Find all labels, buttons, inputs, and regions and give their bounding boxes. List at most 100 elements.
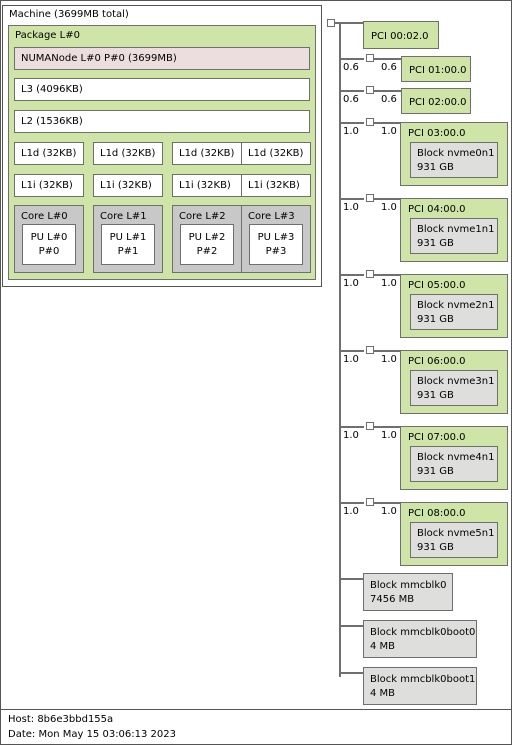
osdev-label-nvme0n1-line1: Block nvme0n1 xyxy=(417,148,495,159)
osdev-box-mmcblk0[interactable]: Block mmcblk0 7456 MB xyxy=(363,573,453,611)
pci-label-3: PCI 03:00.0 xyxy=(408,128,466,139)
core-label-2: Core L#2 xyxy=(179,211,226,222)
footer-separator xyxy=(1,709,512,710)
io-branch-hline-2 xyxy=(339,90,364,92)
pci-label-5: PCI 05:00.0 xyxy=(408,280,466,291)
cache-l1d-box-3: L1d (32KB) xyxy=(241,142,311,165)
pci-box-1[interactable]: PCI 01:00.0 xyxy=(401,56,471,82)
pu-label-2-line1: PU L#2 xyxy=(188,232,226,243)
io-branch-hline-3 xyxy=(339,122,364,124)
cache-l1i-box-0: L1i (32KB) xyxy=(14,174,84,197)
cache-l1i-label-0: L1i (32KB) xyxy=(21,180,73,191)
pci-bw-right-3: 1.0 xyxy=(381,126,397,137)
cache-l1i-label-3: L1i (32KB) xyxy=(248,180,300,191)
core-label-3: Core L#3 xyxy=(248,211,295,222)
pci-label-8: PCI 08:00.0 xyxy=(408,508,466,519)
cache-l2-label: L2 (1536KB) xyxy=(21,116,83,127)
pci-conn-hline-7 xyxy=(373,426,401,428)
io-branch-hline-11 xyxy=(339,672,364,674)
pci-bw-left-6: 1.0 xyxy=(343,354,359,365)
pci-label-4: PCI 04:00.0 xyxy=(408,204,466,215)
cache-l1d-label-1: L1d (32KB) xyxy=(100,148,156,159)
osdev-label-nvme0n1-line2: 931 GB xyxy=(417,162,454,173)
io-branch-hline-10 xyxy=(339,625,364,627)
pci-label-7: PCI 07:00.0 xyxy=(408,432,466,443)
pu-box-2: PU L#2 P#2 xyxy=(180,224,234,265)
pci-bw-right-2: 0.6 xyxy=(381,94,397,105)
pci-bw-left-8: 1.0 xyxy=(343,506,359,517)
io-branch-hline-7 xyxy=(339,426,364,428)
osdev-label-mmcblk0-line2: 7456 MB xyxy=(370,594,415,605)
cache-l1i-box-2: L1i (32KB) xyxy=(172,174,242,197)
osdev-label-mmcblk0boot0-line1: Block mmcblk0boot0 xyxy=(370,627,476,638)
osdev-label-nvme5n1-line1: Block nvme5n1 xyxy=(417,528,495,539)
pci-conn-hline-8 xyxy=(373,502,401,504)
pci-conn-hline-4 xyxy=(373,198,401,200)
io-branch-hline-5 xyxy=(339,274,364,276)
cache-l1i-label-2: L1i (32KB) xyxy=(179,180,231,191)
io-branch-hline-8 xyxy=(339,502,364,504)
pci-label-6: PCI 06:00.0 xyxy=(408,356,466,367)
pci-label-0: PCI 00:02.0 xyxy=(371,31,429,42)
osdev-box-nvme4n1[interactable]: Block nvme4n1 931 GB xyxy=(410,446,498,482)
cache-l1d-box-2: L1d (32KB) xyxy=(172,142,242,165)
io-branch-hline-0 xyxy=(339,22,364,24)
pci-conn-hline-6 xyxy=(373,350,401,352)
osdev-label-nvme5n1-line2: 931 GB xyxy=(417,542,454,553)
osdev-label-nvme4n1-line2: 931 GB xyxy=(417,466,454,477)
pci-bw-left-1: 0.6 xyxy=(343,62,359,73)
cache-l3-label: L3 (4096KB) xyxy=(21,84,83,95)
pci-conn-hline-1 xyxy=(373,58,403,60)
pci-bw-right-4: 1.0 xyxy=(381,202,397,213)
cache-l1d-label-2: L1d (32KB) xyxy=(179,148,235,159)
osdev-box-mmcblk0boot0[interactable]: Block mmcblk0boot0 4 MB xyxy=(363,620,477,658)
pci-bw-right-6: 1.0 xyxy=(381,354,397,365)
pci-conn-hline-5 xyxy=(373,274,401,276)
pu-box-3: PU L#3 P#3 xyxy=(249,224,303,265)
pci-bw-left-7: 1.0 xyxy=(343,430,359,441)
cache-l1d-label-3: L1d (32KB) xyxy=(248,148,304,159)
cache-l1d-box-1: L1d (32KB) xyxy=(93,142,163,165)
core-label-0: Core L#0 xyxy=(21,211,68,222)
osdev-box-nvme2n1[interactable]: Block nvme2n1 931 GB xyxy=(410,294,498,330)
pu-label-2-line2: P#2 xyxy=(196,246,218,257)
footer-host: Host: 8b6e3bbd155a xyxy=(8,714,114,725)
osdev-label-nvme1n1-line1: Block nvme1n1 xyxy=(417,224,495,235)
osdev-box-nvme5n1[interactable]: Block nvme5n1 931 GB xyxy=(410,522,498,558)
pci-bw-right-8: 1.0 xyxy=(381,506,397,517)
pci-bw-right-5: 1.0 xyxy=(381,278,397,289)
io-branch-hline-4 xyxy=(339,198,364,200)
osdev-label-mmcblk0boot0-line2: 4 MB xyxy=(370,641,396,652)
cache-l3-box: L3 (4096KB) xyxy=(14,78,310,101)
pci-bw-left-5: 1.0 xyxy=(343,278,359,289)
osdev-label-nvme2n1-line2: 931 GB xyxy=(417,314,454,325)
pci-label-2: PCI 02:00.0 xyxy=(409,97,467,108)
pci-bw-left-2: 0.6 xyxy=(343,94,359,105)
pu-label-0-line2: P#0 xyxy=(38,246,60,257)
osdev-box-nvme0n1[interactable]: Block nvme0n1 931 GB xyxy=(410,142,498,178)
pci-box-0[interactable]: PCI 00:02.0 xyxy=(363,21,439,49)
pu-label-3-line1: PU L#3 xyxy=(257,232,295,243)
package-label: Package L#0 xyxy=(15,30,80,41)
pci-conn-hline-3 xyxy=(373,122,401,124)
osdev-box-nvme3n1[interactable]: Block nvme3n1 931 GB xyxy=(410,370,498,406)
footer-date: Date: Mon May 15 03:06:13 2023 xyxy=(8,729,177,740)
io-branch-hline-1 xyxy=(339,58,364,60)
pu-label-0-line1: PU L#0 xyxy=(30,232,68,243)
pu-label-3-line2: P#3 xyxy=(265,246,287,257)
pci-conn-hline-2 xyxy=(373,90,403,92)
osdev-label-nvme2n1-line1: Block nvme2n1 xyxy=(417,300,495,311)
pu-label-1-line2: P#1 xyxy=(117,246,139,257)
osdev-label-nvme3n1-line2: 931 GB xyxy=(417,390,454,401)
pci-box-2[interactable]: PCI 02:00.0 xyxy=(401,88,471,114)
pci-label-1: PCI 01:00.0 xyxy=(409,65,467,76)
osdev-box-mmcblk0boot1[interactable]: Block mmcblk0boot1 4 MB xyxy=(363,667,477,705)
pci-bw-left-4: 1.0 xyxy=(343,202,359,213)
cache-l1i-label-1: L1i (32KB) xyxy=(100,180,152,191)
osdev-box-nvme1n1[interactable]: Block nvme1n1 931 GB xyxy=(410,218,498,254)
osdev-label-mmcblk0boot1-line2: 4 MB xyxy=(370,688,396,699)
cache-l2-box: L2 (1536KB) xyxy=(14,110,310,133)
osdev-label-mmcblk0-line1: Block mmcblk0 xyxy=(370,580,447,591)
io-branch-hline-9 xyxy=(339,578,364,580)
numanode-label: NUMANode L#0 P#0 (3699MB) xyxy=(21,53,177,64)
